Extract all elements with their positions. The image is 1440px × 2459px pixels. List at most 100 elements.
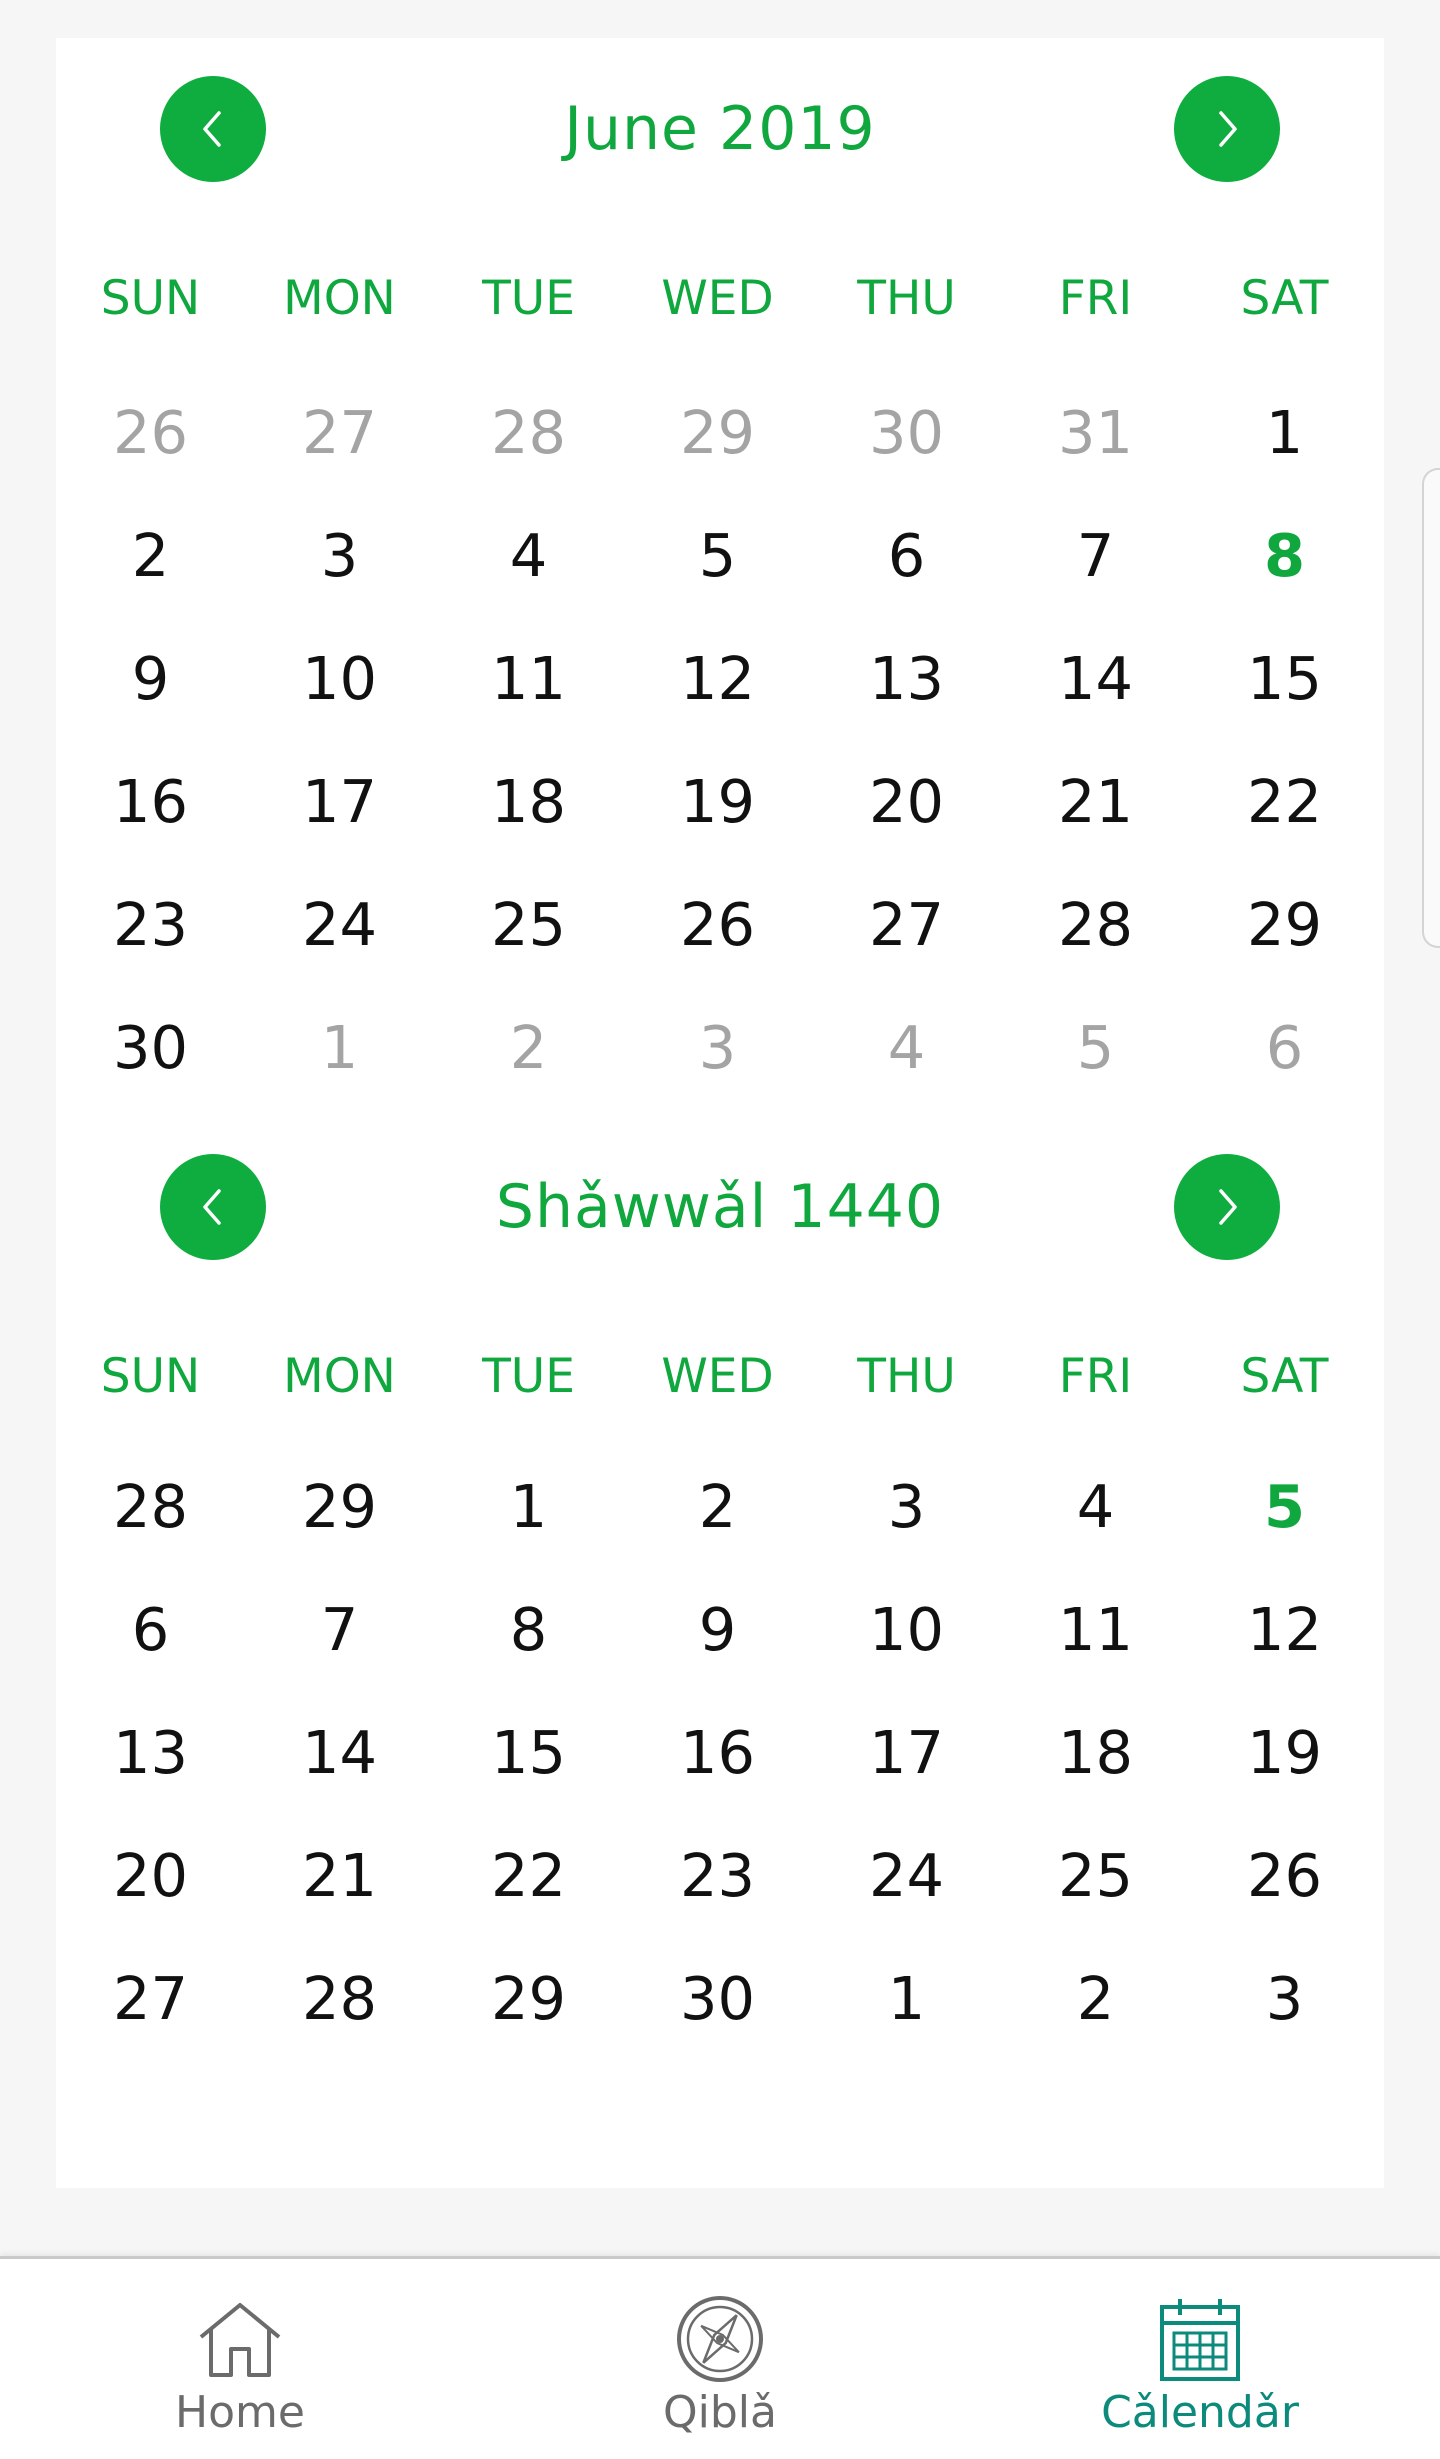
weekday-label: MON: [283, 1349, 396, 1404]
day-cell[interactable]: 9: [623, 1580, 812, 1680]
day-cell-outside-month[interactable]: 1: [245, 998, 434, 1098]
day-cell[interactable]: 16: [56, 752, 245, 852]
day-cell[interactable]: 22: [434, 1826, 623, 1926]
day-cell[interactable]: 11: [1001, 1580, 1190, 1680]
day-cell[interactable]: 29: [245, 1457, 434, 1557]
day-cell[interactable]: 15: [434, 1703, 623, 1803]
day-cell-outside-month[interactable]: 5: [1001, 998, 1190, 1098]
day-cell-outside-month[interactable]: 29: [623, 383, 812, 483]
day-cell[interactable]: 1: [1190, 383, 1379, 483]
day-cell[interactable]: 27: [56, 1949, 245, 2049]
day-cell-outside-month[interactable]: 31: [1001, 383, 1190, 483]
weekday-label: MON: [283, 271, 396, 326]
day-cell[interactable]: 2: [56, 506, 245, 606]
day-cell[interactable]: 27: [812, 875, 1001, 975]
day-cell[interactable]: 4: [434, 506, 623, 606]
day-cell[interactable]: 25: [434, 875, 623, 975]
day-cell[interactable]: 25: [1001, 1826, 1190, 1926]
day-cell[interactable]: 2: [623, 1457, 812, 1557]
day-cell[interactable]: 12: [623, 629, 812, 729]
gregorian-prev-month-button[interactable]: [160, 76, 266, 182]
hijri-prev-month-button[interactable]: [160, 1154, 266, 1260]
weekday-label: WED: [661, 271, 774, 326]
tab-qibla[interactable]: Qiblǎ: [570, 2259, 870, 2459]
day-cell-outside-month[interactable]: 2: [434, 998, 623, 1098]
weekday-label: SAT: [1240, 271, 1329, 326]
day-cell[interactable]: 15: [1190, 629, 1379, 729]
day-cell[interactable]: 3: [812, 1457, 1001, 1557]
day-cell[interactable]: 8: [434, 1580, 623, 1680]
day-cell-outside-month[interactable]: 28: [434, 383, 623, 483]
day-cell[interactable]: 6: [56, 1580, 245, 1680]
day-cell[interactable]: 20: [56, 1826, 245, 1926]
day-cell[interactable]: 14: [245, 1703, 434, 1803]
day-cell[interactable]: 24: [245, 875, 434, 975]
day-cell-outside-month[interactable]: 27: [245, 383, 434, 483]
weekday-label: THU: [857, 271, 956, 326]
day-cell[interactable]: 30: [56, 998, 245, 1098]
day-cell[interactable]: 17: [245, 752, 434, 852]
weekday-label: WED: [661, 1349, 774, 1404]
day-cell[interactable]: 4: [1001, 1457, 1190, 1557]
day-cell[interactable]: 5: [623, 506, 812, 606]
tab-calendar[interactable]: Cǎlendǎr: [1050, 2259, 1350, 2459]
day-cell[interactable]: 13: [56, 1703, 245, 1803]
day-cell-outside-month[interactable]: 6: [1190, 998, 1379, 1098]
weekday-label: FRI: [1058, 1349, 1133, 1404]
weekday-label: TUE: [482, 1349, 575, 1404]
day-cell[interactable]: 6: [812, 506, 1001, 606]
day-cell[interactable]: 2: [1001, 1949, 1190, 2049]
day-cell[interactable]: 17: [812, 1703, 1001, 1803]
day-cell[interactable]: 23: [56, 875, 245, 975]
day-cell[interactable]: 21: [245, 1826, 434, 1926]
day-cell[interactable]: 11: [434, 629, 623, 729]
day-cell[interactable]: 14: [1001, 629, 1190, 729]
day-cell-today[interactable]: 5: [1190, 1457, 1379, 1557]
day-cell[interactable]: 26: [1190, 1826, 1379, 1926]
day-cell[interactable]: 24: [812, 1826, 1001, 1926]
day-cell[interactable]: 3: [1190, 1949, 1379, 2049]
day-cell[interactable]: 19: [623, 752, 812, 852]
day-cell[interactable]: 13: [812, 629, 1001, 729]
day-cell-today[interactable]: 8: [1190, 506, 1379, 606]
day-cell[interactable]: 19: [1190, 1703, 1379, 1803]
day-cell[interactable]: 21: [1001, 752, 1190, 852]
day-cell[interactable]: 18: [1001, 1703, 1190, 1803]
day-cell[interactable]: 9: [56, 629, 245, 729]
tab-calendar-label: Cǎlendǎr: [1101, 2387, 1299, 2438]
weekday-label: SUN: [100, 271, 201, 326]
day-cell[interactable]: 10: [245, 629, 434, 729]
gregorian-next-month-button[interactable]: [1174, 76, 1280, 182]
day-cell[interactable]: 12: [1190, 1580, 1379, 1680]
day-cell[interactable]: 16: [623, 1703, 812, 1803]
day-cell[interactable]: 30: [623, 1949, 812, 2049]
day-cell-outside-month[interactable]: 3: [623, 998, 812, 1098]
day-cell[interactable]: 28: [1001, 875, 1190, 975]
scroll-handle[interactable]: [1422, 468, 1440, 948]
tab-qibla-label: Qiblǎ: [663, 2387, 777, 2438]
weekday-label: TUE: [482, 271, 575, 326]
hijri-month-header: Shǎwwǎl 1440: [56, 1154, 1384, 1260]
day-cell[interactable]: 29: [1190, 875, 1379, 975]
day-cell[interactable]: 20: [812, 752, 1001, 852]
day-cell[interactable]: 28: [56, 1457, 245, 1557]
day-cell[interactable]: 29: [434, 1949, 623, 2049]
day-cell[interactable]: 7: [245, 1580, 434, 1680]
hijri-next-month-button[interactable]: [1174, 1154, 1280, 1260]
chevron-left-icon: [203, 1189, 221, 1225]
day-cell-outside-month[interactable]: 4: [812, 998, 1001, 1098]
day-cell[interactable]: 26: [623, 875, 812, 975]
day-cell-outside-month[interactable]: 30: [812, 383, 1001, 483]
day-cell[interactable]: 1: [434, 1457, 623, 1557]
day-cell[interactable]: 28: [245, 1949, 434, 2049]
day-cell[interactable]: 1: [812, 1949, 1001, 2049]
day-cell[interactable]: 3: [245, 506, 434, 606]
tab-home[interactable]: Home: [90, 2259, 390, 2459]
home-icon: [199, 2303, 281, 2377]
day-cell[interactable]: 23: [623, 1826, 812, 1926]
day-cell-outside-month[interactable]: 26: [56, 383, 245, 483]
day-cell[interactable]: 22: [1190, 752, 1379, 852]
day-cell[interactable]: 10: [812, 1580, 1001, 1680]
day-cell[interactable]: 7: [1001, 506, 1190, 606]
day-cell[interactable]: 18: [434, 752, 623, 852]
